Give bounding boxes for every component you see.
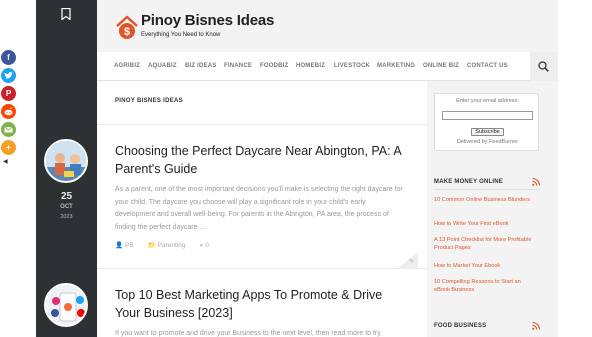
pinterest-share-button[interactable]: P <box>1 86 16 101</box>
right-margin <box>558 0 592 337</box>
rss-icon[interactable] <box>532 178 540 186</box>
category-meta[interactable]: 📁 Parenting <box>148 242 192 249</box>
post-date-year: 2023 <box>60 214 73 220</box>
post-thumbnail-marketing-apps[interactable] <box>44 283 88 327</box>
post-thumbnail-daycare[interactable] <box>44 139 88 183</box>
subscribe-widget: Enter your email address: Subscribe Deli… <box>434 93 539 151</box>
post-meta: 👤 PB 📁 Parenting ● 0 <box>115 241 221 249</box>
section-divider <box>97 124 427 125</box>
post-date-month: OCT <box>60 204 73 210</box>
more-share-button[interactable]: + <box>1 140 16 155</box>
nav-item-aquabiz[interactable]: AQUABIZ <box>148 63 177 69</box>
house-dollar-icon[interactable]: $ <box>115 14 139 40</box>
reddit-icon <box>4 107 13 116</box>
search-icon[interactable] <box>538 61 549 72</box>
nav-item-contact-us[interactable]: CONTACT US <box>467 63 508 69</box>
sidebar-link[interactable]: 10 Common Online Business Blunders <box>434 196 538 204</box>
sidebar-link[interactable]: 10 Compelling Reasons to Start an eBook … <box>434 278 538 294</box>
share-toggle-arrow-icon[interactable]: ◀ <box>3 158 8 165</box>
nav-item-finance[interactable]: FINANCE <box>224 63 252 69</box>
post-title[interactable]: Choosing the Perfect Daycare Near Abingt… <box>115 142 405 178</box>
user-icon: 👤 <box>115 242 124 249</box>
subscribe-button[interactable]: Subscribe <box>471 128 504 136</box>
post-divider <box>97 268 427 269</box>
author-meta[interactable]: 👤 PB <box>115 242 140 249</box>
nav-item-homebiz[interactable]: HOMEBIZ <box>296 63 325 69</box>
site-tagline: Everything You Need to Know <box>141 32 221 38</box>
nav-item-biz-ideas[interactable]: BIZ IDEAS <box>185 63 216 69</box>
sidebar-link[interactable]: How to Market Your Ebook <box>434 262 538 270</box>
pencil-icon[interactable]: ✎ <box>409 258 414 265</box>
nav-item-foodbiz[interactable]: FOODBIZ <box>260 63 288 69</box>
email-share-button[interactable] <box>1 122 16 137</box>
subscribe-label: Enter your email address: <box>456 98 519 104</box>
rss-icon[interactable] <box>532 322 540 330</box>
search-button[interactable] <box>530 52 558 81</box>
comments-meta[interactable]: ● 0 <box>199 242 215 249</box>
folder-icon: 📁 <box>147 242 156 249</box>
email-icon <box>4 126 13 133</box>
bookmark-tab[interactable] <box>36 0 97 36</box>
nav-item-agribiz[interactable]: AGRIBIZ <box>114 63 140 69</box>
nav-item-marketing[interactable]: MARKETING <box>377 63 415 69</box>
post-excerpt: If you want to promote and drive your Bu… <box>115 330 381 337</box>
sidebar-link[interactable]: How to Write Your First eBook <box>434 220 538 228</box>
facebook-icon: f <box>7 53 10 62</box>
twitter-share-button[interactable] <box>1 68 16 83</box>
post-title[interactable]: Top 10 Best Marketing Apps To Promote & … <box>115 286 405 322</box>
feedburner-credit[interactable]: Delivered by FeedBurner <box>435 139 540 145</box>
sidebar-link[interactable]: A 13 Point Checklist for More Profitable… <box>434 236 538 252</box>
email-input[interactable] <box>442 111 533 120</box>
svg-text:$: $ <box>124 26 130 38</box>
bookmark-icon[interactable] <box>61 8 71 20</box>
comment-icon: ● <box>199 242 204 249</box>
section-heading: PINOY BISNES IDEAS <box>115 98 183 104</box>
plus-icon: + <box>6 143 11 152</box>
nav-item-livestock[interactable]: LIVESTOCK <box>334 63 370 69</box>
widget-title-food-business: FOOD BUSINESS <box>434 323 487 329</box>
nav-item-online-biz[interactable]: ONLINE BIZ <box>423 63 459 69</box>
site-title[interactable]: Pinoy Bisnes Ideas <box>141 12 274 29</box>
widget-title-make-money-online: MAKE MONEY ONLINE <box>434 179 503 185</box>
pinterest-icon: P <box>5 89 12 98</box>
reddit-share-button[interactable] <box>1 104 16 119</box>
post-excerpt: As a parent, one of the most important d… <box>115 186 403 231</box>
widget-divider <box>434 189 540 190</box>
edit-corner <box>398 252 418 268</box>
post-date-day: 25 <box>60 191 73 202</box>
facebook-share-button[interactable]: f <box>1 50 16 65</box>
main-navigation: AGRIBIZ AQUABIZ BIZ IDEAS FINANCE FOODBI… <box>97 52 558 81</box>
twitter-icon <box>4 71 13 79</box>
